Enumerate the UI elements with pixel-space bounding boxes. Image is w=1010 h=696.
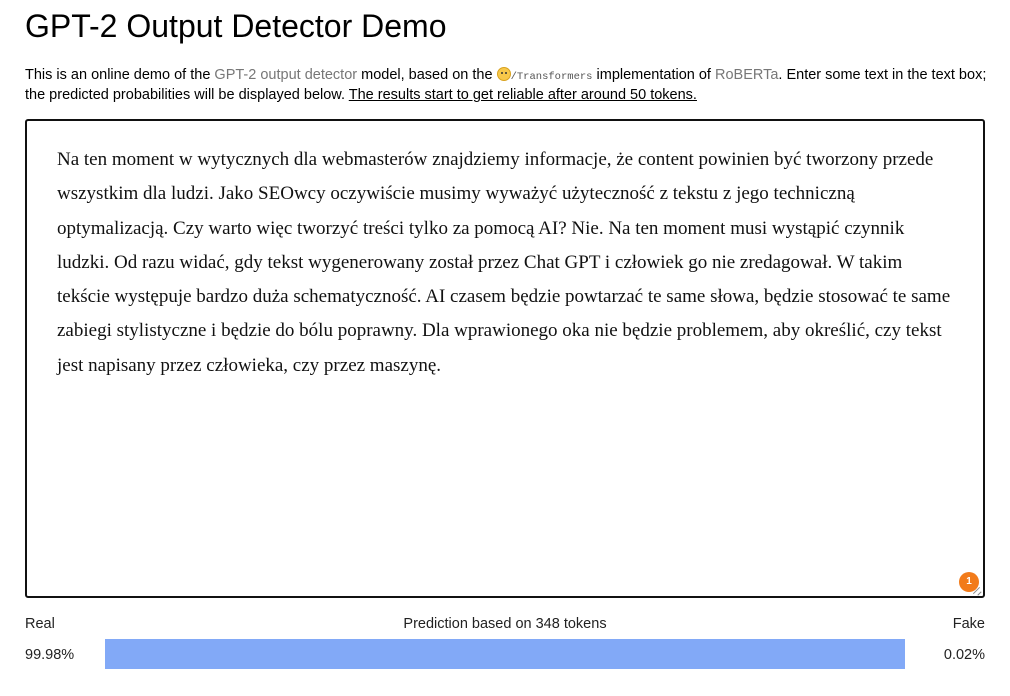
resize-handle-icon[interactable]	[972, 585, 982, 595]
page: GPT-2 Output Detector Demo This is an on…	[0, 0, 1010, 696]
text-input-content[interactable]: Na ten moment w wytycznych dla webmaster…	[57, 143, 957, 383]
reliability-note: The results start to get reliable after …	[348, 87, 697, 103]
intro-text-2: model, based on the	[357, 67, 497, 83]
hugging-face-icon	[496, 67, 511, 81]
fake-label: Fake	[952, 616, 985, 632]
probability-bar-real-fill	[105, 639, 905, 669]
intro-text-1: This is an online demo of the	[25, 67, 215, 83]
transformers-label[interactable]: /Transformers	[511, 71, 593, 83]
roberta-link[interactable]: RoBERTa	[715, 67, 778, 83]
intro-text-3: implementation of	[596, 67, 715, 83]
page-title: GPT-2 Output Detector Demo	[25, 8, 447, 44]
prediction-summary: Prediction based on 348 tokens	[403, 616, 607, 632]
real-percentage: 99.98%	[25, 647, 75, 663]
fake-percentage: 0.02%	[943, 647, 985, 663]
intro-paragraph: This is an online demo of the GPT-2 outp…	[25, 66, 990, 104]
probability-bar	[105, 639, 905, 669]
text-input-area[interactable]: Na ten moment w wytycznych dla webmaster…	[25, 119, 985, 598]
gpt2-detector-link[interactable]: GPT-2 output detector	[214, 67, 357, 83]
